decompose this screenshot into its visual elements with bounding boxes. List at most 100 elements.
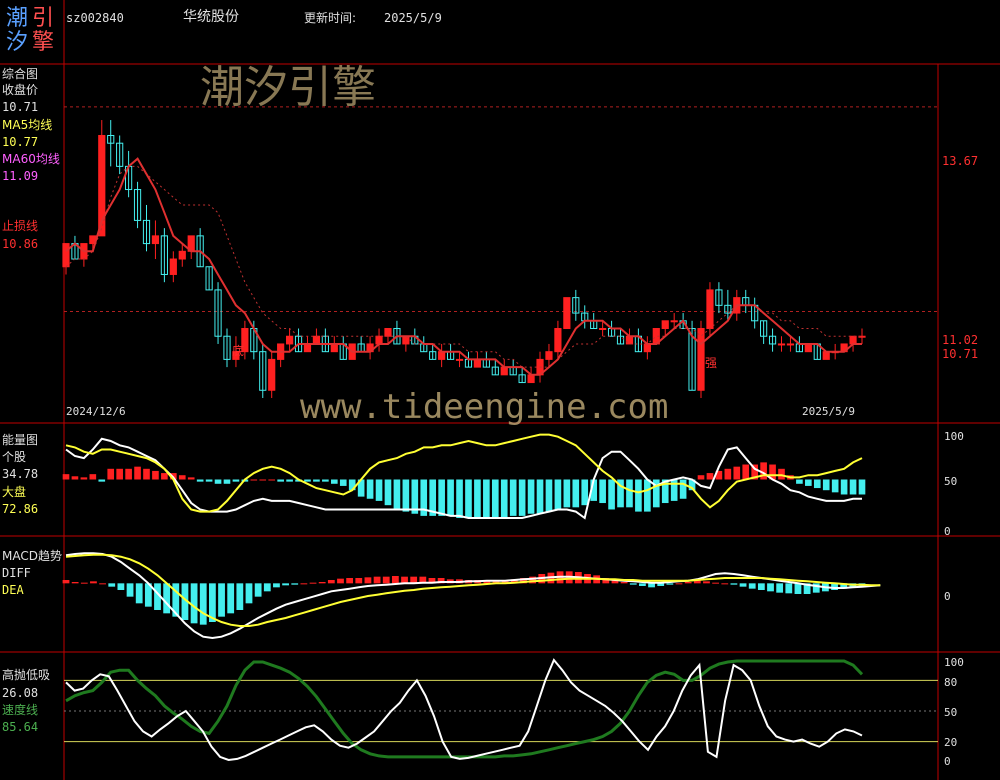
energy-bar (670, 479, 678, 501)
macd-bar (703, 581, 710, 584)
macd-bar (346, 578, 354, 584)
candle-body (554, 328, 562, 353)
candle-body (455, 358, 464, 361)
energy-bar (134, 466, 141, 480)
macd-bar (318, 582, 326, 584)
energy-bar (483, 479, 490, 519)
close-price-value: 10.71 (2, 100, 39, 114)
macd-bar (620, 582, 628, 584)
macd-bar (90, 581, 97, 584)
candle-body (303, 343, 312, 353)
energy-bar (644, 479, 651, 512)
price-label-close: 10.71 (942, 347, 979, 361)
macd-bar (391, 576, 399, 584)
energy-bar (491, 479, 499, 519)
energy-bar (849, 479, 857, 495)
energy-bar (608, 479, 615, 510)
energy-bar (509, 479, 517, 516)
macd-bar (327, 580, 335, 584)
energy-bar (330, 479, 338, 484)
macd-panel-title: MACD趋势 (2, 549, 62, 563)
energy-bar (214, 479, 222, 484)
macd-bar (291, 583, 299, 585)
macd-bar (712, 582, 720, 584)
watermark-brand: 潮汐引擎 (200, 62, 376, 113)
price-label-high: 13.67 (942, 154, 979, 168)
macd-bar (227, 583, 235, 614)
candle-body (402, 335, 410, 345)
candle-body (384, 328, 392, 337)
energy-bar (831, 479, 839, 493)
bottom-marker: 底 (232, 344, 245, 358)
tops-axis-20: 20 (944, 736, 958, 749)
macd-bar (80, 582, 88, 584)
energy-bar (384, 479, 392, 506)
macd-bar (273, 583, 280, 588)
macd-bar (382, 576, 390, 584)
energy-bar (822, 479, 830, 491)
tops-panel-title: 高抛低吸 (2, 668, 51, 682)
macd-bar (739, 583, 747, 587)
energy-bar (62, 474, 70, 480)
candle-body (169, 258, 177, 275)
energy-bar (456, 479, 463, 519)
macd-bar (254, 583, 262, 597)
energy-bar (277, 479, 284, 482)
energy-bar (366, 479, 374, 499)
energy-bar (286, 479, 293, 482)
speed-line (65, 659, 864, 759)
candle-body (625, 335, 634, 345)
date-end: 2025/5/9 (802, 405, 855, 418)
energy-bar (259, 479, 267, 481)
candle-body (312, 335, 321, 345)
macd-bar (794, 583, 802, 594)
energy-bar (742, 464, 750, 480)
candle-body (599, 328, 607, 331)
macd-bar (199, 583, 207, 625)
macd-bar (245, 583, 253, 604)
macd-bar (721, 583, 729, 585)
energy-bar (724, 468, 732, 480)
candle-body (500, 366, 508, 376)
energy-bar (152, 470, 159, 480)
tops-axis-100: 100 (944, 656, 964, 669)
energy-bar (599, 479, 606, 504)
macd-bar (108, 583, 116, 587)
energy-bar (778, 468, 785, 480)
energy-bar (706, 473, 714, 480)
energy-bar (196, 479, 204, 482)
stock-energy-label: 个股 (2, 450, 27, 464)
energy-bar (447, 479, 454, 516)
energy-bar (840, 479, 848, 495)
energy-bar (187, 477, 195, 480)
energy-bar (563, 479, 571, 508)
tops-bottoms-panel (64, 658, 938, 762)
candle-body (849, 335, 857, 345)
strong-marker: 强 (705, 356, 718, 370)
candle-body (706, 289, 714, 330)
energy-bar (527, 479, 535, 514)
energy-axis-0: 0 (944, 525, 951, 538)
watermark-url: www.tideengine.com (300, 387, 668, 427)
energy-bar (205, 479, 213, 482)
price-label-ma: 11.02 (942, 333, 979, 347)
energy-bar (813, 479, 821, 489)
stop-loss-label: 止损线 (2, 219, 39, 233)
macd-bar (639, 583, 646, 586)
energy-bar (107, 468, 115, 480)
candle-body (178, 250, 186, 260)
energy-bar (223, 479, 231, 484)
macd-bar (236, 583, 244, 610)
energy-bar (858, 479, 866, 495)
energy-bar (71, 476, 79, 480)
energy-bar (304, 479, 311, 482)
energy-bar (518, 479, 526, 516)
macd-bar (364, 577, 372, 584)
energy-bar (635, 479, 642, 512)
candle-body (268, 358, 276, 391)
energy-bar (805, 479, 812, 486)
macd-bar (675, 583, 683, 585)
macd-bar (684, 582, 692, 584)
stock-chart: 潮汐引擎 www.tideengine.com (0, 0, 1000, 780)
ma60-line (65, 165, 862, 368)
